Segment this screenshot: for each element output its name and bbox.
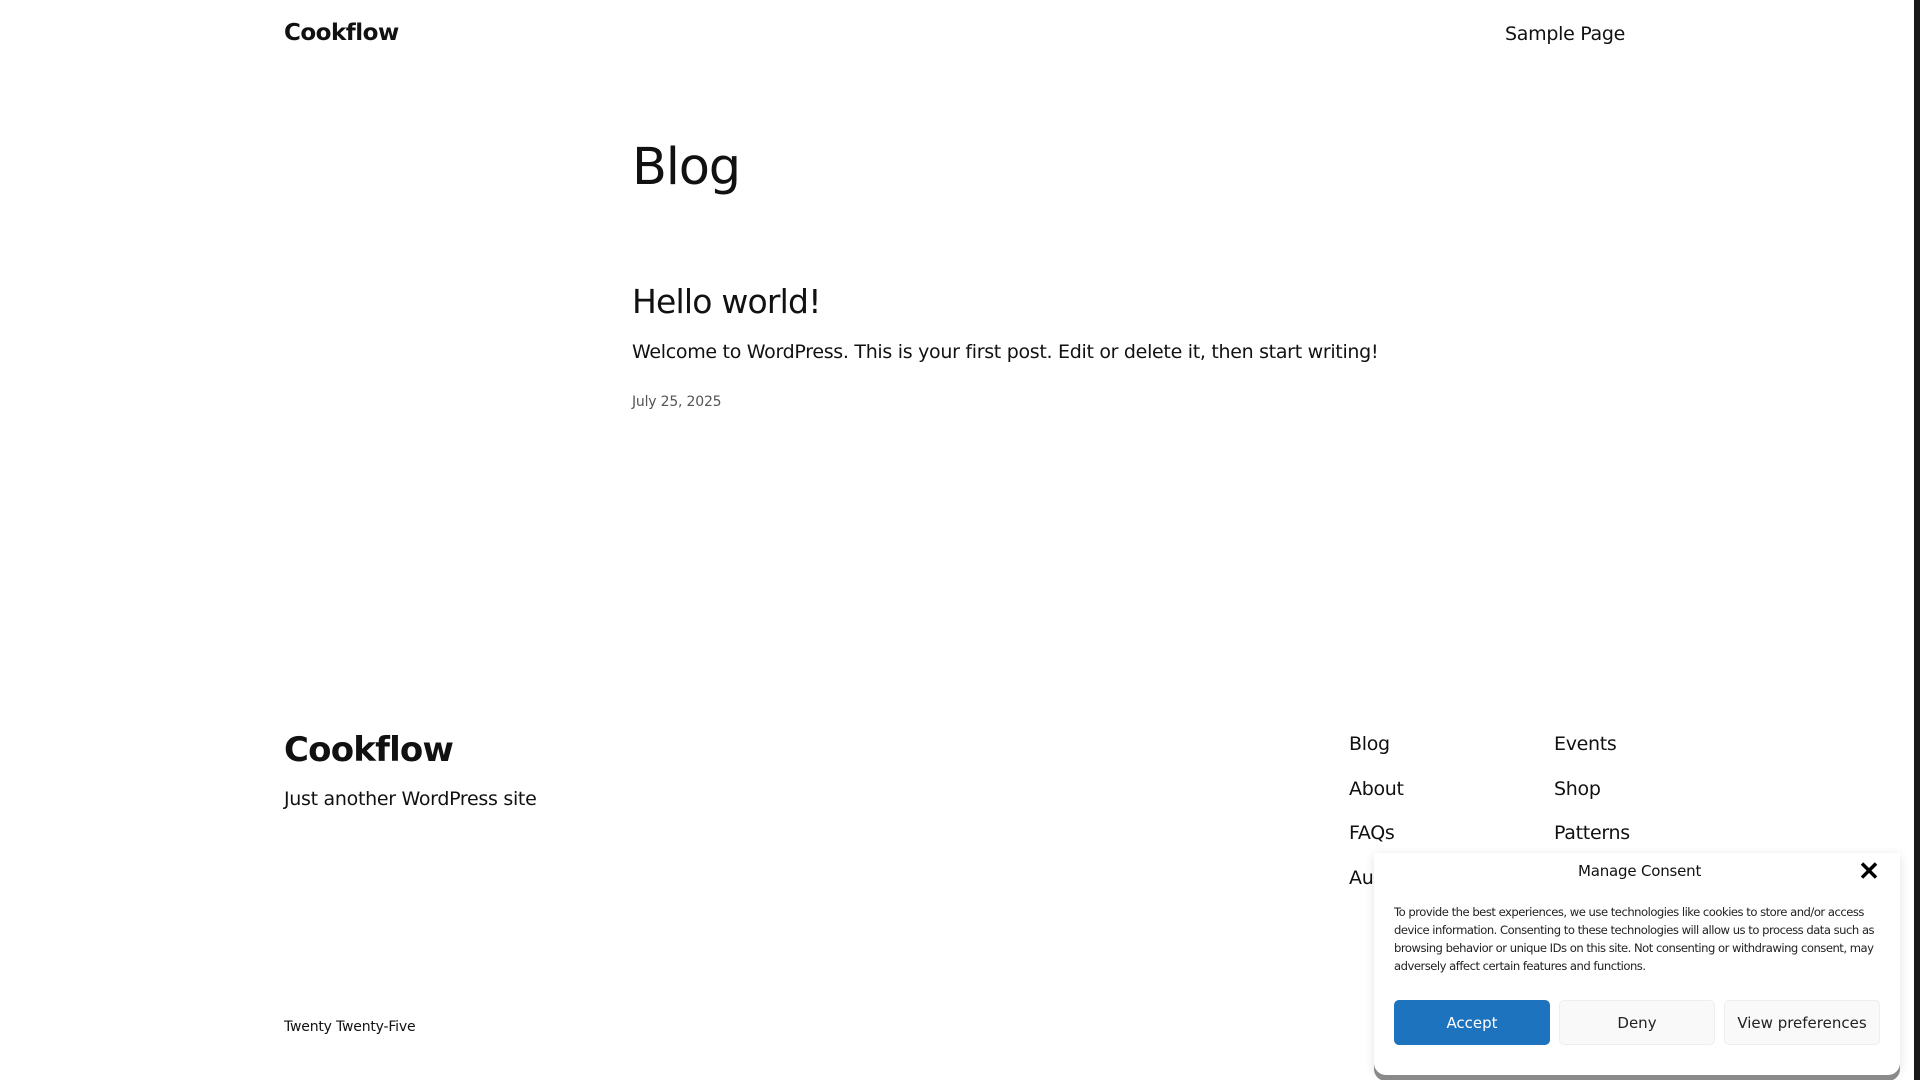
footer-link-faqs[interactable]: FAQs — [1349, 822, 1395, 844]
view-preferences-button[interactable]: View preferences — [1724, 1000, 1880, 1045]
footer-link-events[interactable]: Events — [1554, 733, 1617, 755]
footer-tagline: Just another WordPress site — [284, 788, 537, 810]
footer-nav-item: Events — [1554, 728, 1630, 773]
footer-link-shop[interactable]: Shop — [1554, 778, 1601, 800]
post-date-link[interactable]: July 25, 2025 — [632, 394, 722, 410]
nav-link-sample-page[interactable]: Sample Page — [1505, 23, 1625, 45]
footer-link-patterns[interactable]: Patterns — [1554, 822, 1630, 844]
footer-link-blog[interactable]: Blog — [1349, 733, 1390, 755]
footer-nav-item: Shop — [1554, 773, 1630, 818]
deny-button[interactable]: Deny — [1559, 1000, 1715, 1045]
consent-message: To provide the best experiences, we use … — [1394, 905, 1875, 973]
post-title-link[interactable]: Hello world! — [632, 280, 821, 324]
page: Cookflow Sample Page Blog Hello world! W… — [0, 0, 1920, 1080]
footer-link-about[interactable]: About — [1349, 778, 1404, 800]
footer-theme-credit-link[interactable]: Twenty Twenty-Five — [284, 1019, 416, 1035]
footer-nav-item: About — [1349, 773, 1404, 818]
footer-nav-column-2: Events Shop Patterns — [1554, 728, 1630, 862]
footer-site-title-link[interactable]: Cookflow — [284, 728, 454, 772]
footer-link-authors[interactable]: Au — [1349, 867, 1374, 889]
page-title: Blog — [632, 138, 741, 197]
window-edge — [1914, 0, 1920, 1080]
consent-title: Manage Consent — [1578, 862, 1702, 880]
footer-nav-item: Blog — [1349, 728, 1404, 773]
post-excerpt: Welcome to WordPress. This is your first… — [632, 341, 1379, 363]
site-title-link[interactable]: Cookflow — [284, 20, 399, 46]
close-icon[interactable]: ✕ — [1856, 858, 1882, 884]
accept-button[interactable]: Accept — [1394, 1000, 1550, 1045]
cookie-consent-banner: Manage Consent ✕ To provide the best exp… — [1374, 853, 1900, 1075]
